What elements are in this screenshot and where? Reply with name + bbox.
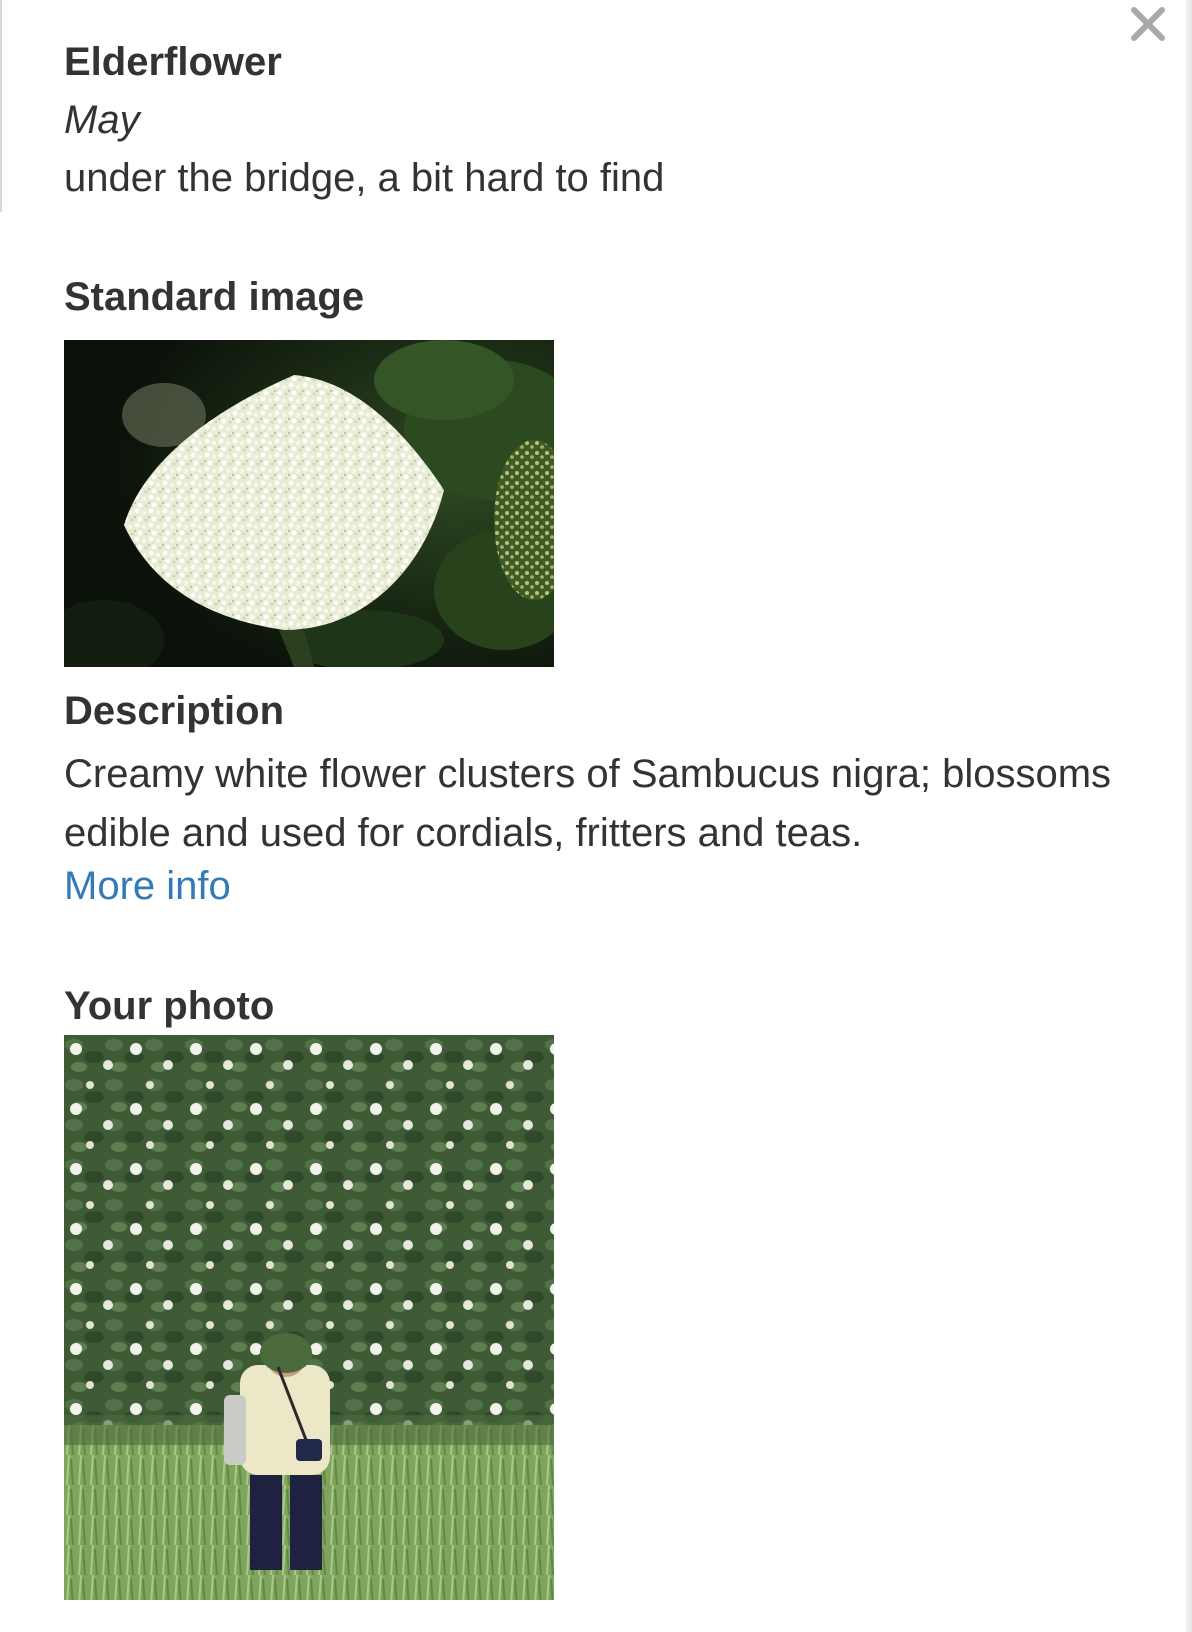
description-heading: Description — [64, 689, 285, 733]
location-note: under the bridge, a bit hard to find — [64, 156, 665, 200]
more-info-link[interactable]: More info — [64, 862, 231, 910]
close-icon — [1131, 7, 1165, 41]
season-label: May — [64, 98, 140, 142]
standard-image — [64, 340, 554, 667]
user-photo — [64, 1035, 554, 1600]
close-button[interactable] — [1128, 4, 1168, 44]
your-photo-heading: Your photo — [64, 984, 275, 1028]
description-text: Creamy white flower clusters of Sambucus… — [64, 752, 1112, 855]
plant-title: Elderflower — [64, 40, 282, 84]
detail-modal: Elderflower May under the bridge, a bit … — [0, 0, 1192, 1632]
scrollbar[interactable] — [1186, 0, 1192, 1632]
modal-left-border — [0, 0, 2, 212]
standard-image-heading: Standard image — [64, 275, 365, 319]
